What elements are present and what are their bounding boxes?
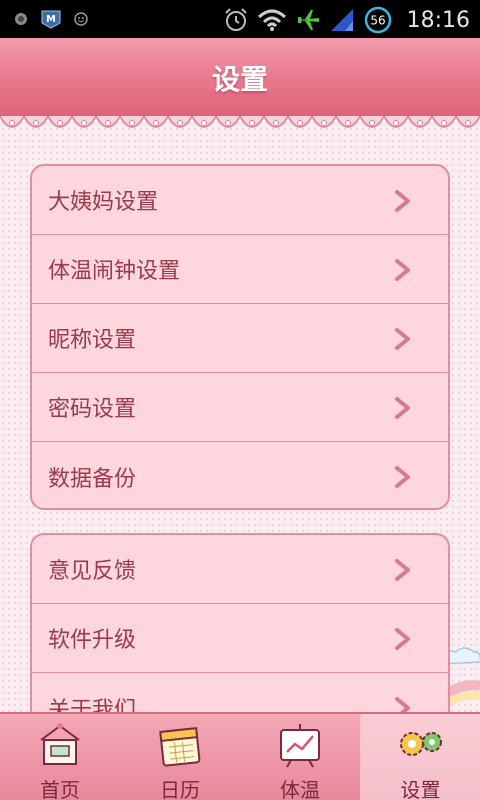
settings-row-password[interactable]: 密码设置 — [32, 373, 448, 442]
chevron-right-icon — [395, 466, 410, 488]
status-time: 18:16 — [406, 7, 470, 33]
svg-text:M: M — [46, 14, 56, 25]
settings-group-personal: 大姨妈设置 体温闹钟设置 昵称设置 密码设置 数据备份 — [30, 164, 450, 510]
status-bar: M 56 18:16 — [0, 0, 480, 38]
tab-label: 体温 — [280, 778, 320, 800]
bottom-nav: 首页 日历 体温 设置 — [0, 712, 480, 800]
lace-dot — [273, 120, 279, 126]
lace-dot — [417, 120, 423, 126]
tab-home[interactable]: 首页 — [0, 714, 120, 800]
tab-label: 日历 — [160, 778, 200, 800]
lace-dot — [297, 120, 303, 126]
lace-dot — [201, 120, 207, 126]
row-label: 意见反馈 — [48, 559, 137, 584]
row-label: 软件升级 — [48, 628, 137, 653]
chevron-right-icon — [395, 559, 410, 581]
lace-dot — [225, 120, 231, 126]
wifi-icon — [257, 9, 286, 31]
lace-dot — [249, 120, 255, 126]
settings-row-feedback[interactable]: 意见反馈 — [32, 535, 448, 604]
smiley-icon — [74, 12, 88, 26]
lace-dot — [33, 120, 39, 126]
lace-dot — [9, 120, 15, 126]
airplane-icon — [296, 10, 319, 30]
chevron-right-icon — [395, 397, 410, 419]
settings-row-period[interactable]: 大姨妈设置 — [32, 166, 448, 235]
lace-dot — [393, 120, 399, 126]
temperature-chart-icon — [280, 724, 320, 768]
svg-text:56: 56 — [370, 14, 385, 28]
chevron-right-icon — [395, 190, 410, 212]
row-label: 体温闹钟设置 — [48, 259, 181, 284]
settings-row-temperature-alarm[interactable]: 体温闹钟设置 — [32, 235, 448, 304]
network-badge-icon: 56 — [364, 6, 391, 34]
app-m-icon: M — [41, 10, 61, 29]
gear-icon — [400, 732, 442, 756]
chevron-right-icon — [395, 328, 410, 350]
lace-dot — [369, 120, 375, 126]
tab-temperature[interactable]: 体温 — [240, 714, 360, 800]
alarm-clock-icon — [224, 8, 247, 31]
tab-label: 首页 — [40, 778, 80, 800]
lace-dot — [465, 120, 471, 126]
lace-dot — [345, 120, 351, 126]
title-bar: 设置 — [0, 38, 480, 116]
lace-dot — [153, 120, 159, 126]
lace-dot — [177, 120, 183, 126]
lace-dot — [321, 120, 327, 126]
record-icon — [15, 13, 27, 25]
page-title: 设置 — [211, 63, 268, 96]
lace-dot — [57, 120, 63, 126]
chevron-right-icon — [395, 259, 410, 281]
calendar-icon — [159, 727, 201, 767]
tab-label: 设置 — [400, 778, 441, 800]
lace-dot — [129, 120, 135, 126]
lace-border-decoration — [0, 115, 480, 128]
tab-settings[interactable]: 设置 — [360, 714, 480, 800]
settings-row-nickname[interactable]: 昵称设置 — [32, 304, 448, 373]
tab-calendar[interactable]: 日历 — [120, 714, 240, 800]
lace-dot — [105, 120, 111, 126]
settings-row-data-backup[interactable]: 数据备份 — [32, 442, 448, 508]
row-label: 数据备份 — [48, 466, 137, 492]
home-icon — [40, 723, 80, 765]
chevron-right-icon — [395, 628, 410, 650]
row-label: 密码设置 — [48, 397, 137, 422]
row-label: 昵称设置 — [48, 328, 137, 353]
signal-icon — [330, 9, 353, 31]
lace-dot — [441, 120, 447, 126]
settings-row-software-update[interactable]: 软件升级 — [32, 604, 448, 673]
row-label: 大姨妈设置 — [48, 190, 159, 215]
lace-dot — [81, 120, 87, 126]
